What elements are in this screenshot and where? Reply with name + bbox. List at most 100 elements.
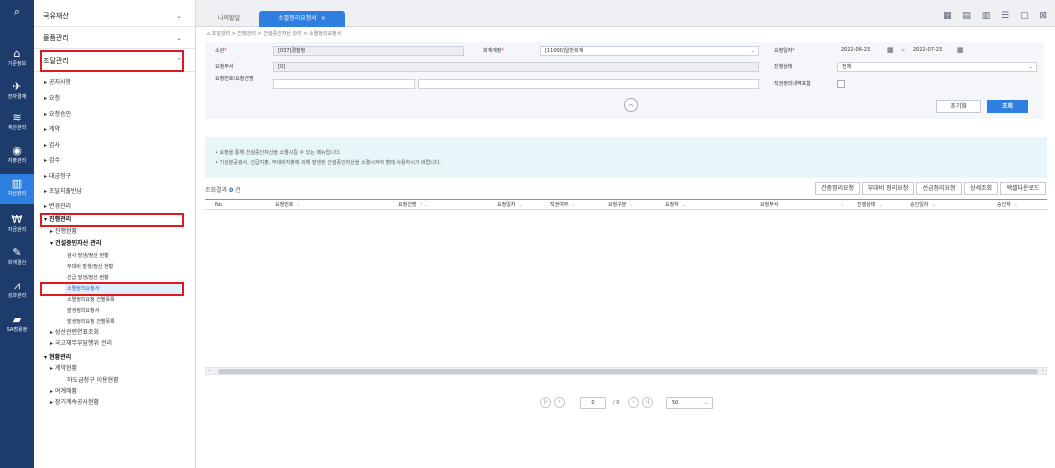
menu-item[interactable]: ▸ 검사 xyxy=(44,141,60,151)
page-size-select[interactable]: 50 ⌄ xyxy=(666,397,713,409)
request-name-input[interactable] xyxy=(418,79,759,89)
date-from-input[interactable]: 2022-06-23 xyxy=(837,46,885,56)
menu-item[interactable]: ▸ 계약현황 xyxy=(50,364,77,374)
calendar-icon[interactable]: ▦ xyxy=(957,45,964,55)
reset-button[interactable]: 초기화 xyxy=(936,100,981,113)
col-approver[interactable]: 승인자 ⌄ xyxy=(997,200,1018,210)
rail-performance[interactable]: ⩘ 성과관리 xyxy=(0,276,34,306)
menu-item[interactable]: 소멸정리요청 건별목록 xyxy=(67,295,115,305)
chevron-down-icon: ⌄ xyxy=(176,12,182,20)
menu-item[interactable]: 선급 발생/정산 현황 xyxy=(67,273,109,283)
excel-download-button[interactable]: 엑셀다운로드 xyxy=(1000,182,1046,195)
col-request-type[interactable]: 요청구분 ⌄ xyxy=(608,200,634,210)
menu-item[interactable]: 검사 발생/정산 현황 xyxy=(67,251,109,261)
menu-item[interactable]: ▸ 성산관련연표조회 xyxy=(50,328,99,338)
search-button[interactable]: 조회 xyxy=(987,100,1028,113)
menu-item[interactable]: ▸ 요청승인 xyxy=(44,110,71,120)
col-requester[interactable]: 요청자 ⌄ xyxy=(665,200,686,210)
scroll-left-icon[interactable]: ‹ xyxy=(208,368,210,374)
menu-item[interactable]: ▸ 진행현황 xyxy=(50,227,77,237)
collapse-icon[interactable]: ︿ xyxy=(624,98,638,112)
sort-icon: ⌄ xyxy=(629,202,634,208)
menu-item[interactable]: ▸ 대금청구 xyxy=(44,172,71,182)
col-request-dept[interactable]: 요청부서 ⌄ xyxy=(760,200,845,210)
menu-item[interactable]: ▸ 국고채무부담행위 관리 xyxy=(50,339,112,349)
menu-item-progress-mgmt[interactable]: ▾ 진행관리 xyxy=(44,215,71,225)
menu-item[interactable]: ▸ 여계해황 xyxy=(50,387,77,397)
ancillary-request-button[interactable]: 부대비 정리요청 xyxy=(862,182,914,195)
sort-icon: ⌄ xyxy=(878,202,883,208)
info-line: • 요청을 통해 건설중인자산을 소멸시킬 수 있는 메뉴입니다. xyxy=(215,150,342,156)
layout-icons[interactable]: ▦ ▤ ▥ ☰ ▢ ⊠ xyxy=(943,11,1051,21)
menu-item[interactable]: 부대비 발생/정산 현황 xyxy=(67,262,113,272)
horizontal-scrollbar[interactable]: ‹ › xyxy=(205,367,1047,375)
col-status[interactable]: 진행상태 ⌄ xyxy=(857,200,883,210)
menu-item[interactable]: ▸ 장기계속공사현황 xyxy=(50,398,99,408)
menu-group-national-property[interactable]: 국유재산 ⌄ xyxy=(34,5,196,27)
menu-item[interactable]: ▸ 조달지출반납 xyxy=(44,187,82,197)
last-page-button[interactable]: ›| xyxy=(642,397,653,408)
close-icon[interactable]: × xyxy=(321,15,326,22)
rail-settlement[interactable]: ✎ 회계결산 xyxy=(0,243,34,273)
col-approve-date[interactable]: 승인일자 ⌄ xyxy=(910,200,936,210)
wallet-icon: ◉ xyxy=(12,144,22,157)
menu-item-cip-mgmt[interactable]: ▾ 건설중인자산 관리 xyxy=(50,239,101,249)
col-request-name[interactable]: 요청건명 ⊤⌄ xyxy=(398,200,428,210)
menu-item[interactable]: ▸ 변경관리 xyxy=(44,202,71,212)
menu-item[interactable]: 발생정리요청 건별목록 xyxy=(67,317,115,327)
tab-extinction-request[interactable]: 소멸정리요청서 × xyxy=(259,11,345,27)
next-page-button[interactable]: › xyxy=(628,397,639,408)
scroll-right-icon[interactable]: › xyxy=(1042,368,1044,374)
detail-view-button[interactable]: 상세조회 xyxy=(964,182,998,195)
rail-assets[interactable]: ▥ 자산관리 xyxy=(0,174,34,204)
date-to-input[interactable]: 2022-07-23 xyxy=(909,46,955,56)
menu-item-extinction-request[interactable]: 소멸정리요청서 xyxy=(65,284,181,294)
info-line: • 기성분공검사, 선급지출, 부대비지출에 의해 발생된 건설중인자산을 소멸… xyxy=(215,160,442,166)
rail-approval[interactable]: ✈ 전자결재 xyxy=(0,77,34,107)
filter-icon: ⊤⌄ xyxy=(419,202,428,208)
sort-icon: ⌄ xyxy=(931,202,936,208)
rail-search[interactable]: ⌕ xyxy=(0,2,34,32)
menu-group-procurement[interactable]: 조달관리 ⌃ xyxy=(34,50,196,72)
menu-item[interactable]: ▸ 계약 xyxy=(44,125,60,135)
menu-item[interactable]: 발생정리요청서 xyxy=(67,306,99,316)
cip-request-button[interactable]: 건중정리요청 xyxy=(815,182,860,195)
col-request-no[interactable]: 요청번호 ⌄ xyxy=(275,200,301,210)
page-input[interactable]: 0 xyxy=(580,397,606,409)
menu-group-goods[interactable]: 물품관리 ⌄ xyxy=(34,27,196,49)
rail-funds[interactable]: ₩ 자금관리 xyxy=(0,210,34,240)
rail-expense[interactable]: ◉ 지출관리 xyxy=(0,141,34,171)
col-official[interactable]: 직권여부 ⌄ xyxy=(550,200,576,210)
status-label: 진행상태 xyxy=(774,64,793,70)
prev-page-button[interactable]: ‹ xyxy=(554,397,565,408)
rail-sa[interactable]: ▰ SA범용정 xyxy=(0,310,34,340)
search-form: 소관* [037]경찰청 회계계정* [11000]일반회계 ⌄ 요청일자* 20… xyxy=(205,42,1044,119)
breadcrumb: ⌂ 조달관리 > 진행관리 > 건설중인자산 관리 > 소멸정리요청서 xyxy=(207,31,342,37)
scroll-thumb[interactable] xyxy=(218,369,1038,374)
folder-icon: ▰ xyxy=(12,313,22,326)
col-request-date[interactable]: 요청일자 ⌄ xyxy=(497,200,523,210)
menu-item[interactable]: ▸ 검수 xyxy=(44,156,60,166)
rail-accounts[interactable]: ≋ 계산관리 xyxy=(0,108,34,138)
rail-basic-info[interactable]: ⌂ 기준정보 xyxy=(0,44,34,74)
request-no-input[interactable] xyxy=(273,79,415,89)
menu-item-status-mgmt[interactable]: ▾ 현황관리 xyxy=(44,353,71,363)
menu-item[interactable]: 하도급청구 이용현황 xyxy=(67,376,119,386)
status-select[interactable]: 전체 ⌄ xyxy=(837,62,1037,72)
tab-label: 소멸정리요청서 xyxy=(278,15,317,22)
menu-item[interactable]: ▸ 요청 xyxy=(44,94,60,104)
sort-icon: ⌄ xyxy=(681,202,687,208)
account-label: 회계계정* xyxy=(483,48,504,54)
page-total: / 0 xyxy=(613,400,620,406)
jurisdiction-field: [037]경찰청 xyxy=(273,46,464,56)
tab-my-tasks[interactable]: 나의할일 xyxy=(206,11,252,27)
chevron-down-icon: ⌄ xyxy=(703,400,708,406)
official-include-checkbox[interactable] xyxy=(837,80,845,88)
menu-item[interactable]: ▸ 공지사항 xyxy=(44,78,71,88)
col-no: No. xyxy=(215,202,224,208)
calendar-icon[interactable]: ▦ xyxy=(887,45,894,55)
sort-icon: ⌄ xyxy=(1013,202,1019,208)
first-page-button[interactable]: |‹ xyxy=(540,397,551,408)
advance-request-button[interactable]: 선금정리요청 xyxy=(916,182,962,195)
account-select[interactable]: [11000]일반회계 ⌄ xyxy=(540,46,759,56)
